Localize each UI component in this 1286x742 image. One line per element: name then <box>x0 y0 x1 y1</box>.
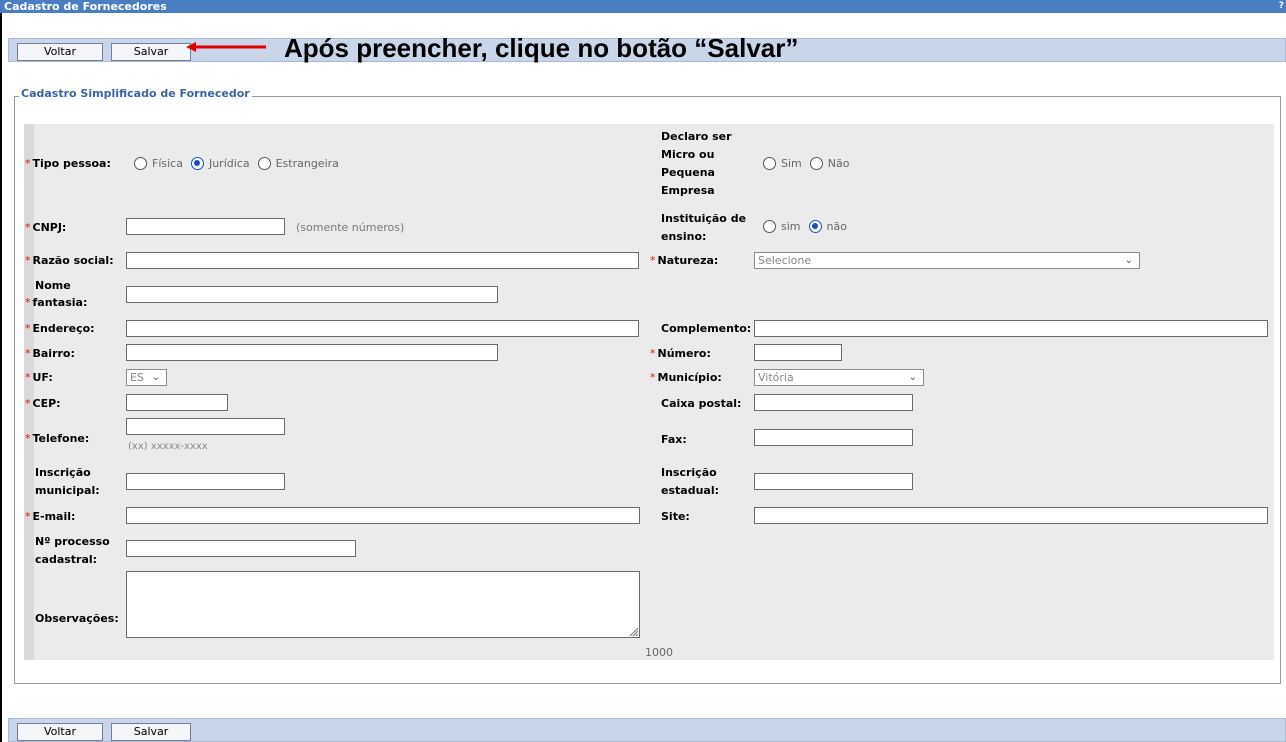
telefone-input[interactable] <box>126 418 285 435</box>
natureza-select[interactable]: Selecione ⌄ <box>754 252 1140 269</box>
radio-juridica[interactable] <box>190 157 204 170</box>
voltar-button-bottom[interactable]: Voltar <box>17 723 103 741</box>
bottom-toolbar: Voltar Salvar <box>8 718 1286 742</box>
nome-fantasia-label: Nome * fantasia: <box>25 279 88 309</box>
municipio-label: * Município: <box>650 371 722 384</box>
radio-fisica[interactable] <box>134 157 147 170</box>
radio-ensino-nao[interactable] <box>808 220 822 233</box>
municipio-select[interactable]: Vitória ⌄ <box>754 369 924 386</box>
chevron-down-icon: ⌄ <box>1124 255 1133 266</box>
inscricao-estadual-label: Inscrição estadual: <box>661 466 719 497</box>
complemento-label: Complemento: <box>661 322 752 335</box>
inscricao-municipal-label: Inscrição municipal: <box>35 466 100 497</box>
tipo-pessoa-label: * Tipo pessoa: <box>25 157 111 170</box>
salvar-button[interactable]: Salvar <box>111 43 191 61</box>
cnpj-input[interactable] <box>126 218 285 235</box>
site-input[interactable] <box>754 507 1268 524</box>
cnpj-label: * CNPJ: <box>25 221 67 234</box>
processo-cadastral-label: Nº processo cadastral: <box>35 535 110 566</box>
observacoes-counter: 1000 <box>645 646 673 659</box>
chevron-down-icon: ⌄ <box>151 372 160 383</box>
processo-cadastral-input[interactable] <box>126 540 356 557</box>
endereco-label: * Endereço: <box>25 322 95 335</box>
fax-label: Fax: <box>661 433 687 446</box>
razao-social-input[interactable] <box>126 252 639 269</box>
caixa-postal-input[interactable] <box>754 394 913 411</box>
instituicao-ensino-label: Instituição de ensino: <box>661 212 747 243</box>
window-title: Cadastro de Fornecedores <box>4 0 167 13</box>
voltar-button[interactable]: Voltar <box>17 43 103 61</box>
cep-label: * CEP: <box>25 397 61 410</box>
micro-empresa-radio-group: Sim Não <box>763 157 857 170</box>
radio-ensino-sim[interactable] <box>763 220 776 233</box>
instituicao-radio-group: sim não <box>763 220 855 233</box>
micro-empresa-label: Declaro ser Micro ou Pequena Empresa <box>661 130 732 197</box>
caixa-postal-label: Caixa postal: <box>661 397 742 410</box>
numero-input[interactable] <box>754 344 842 361</box>
uf-select[interactable]: ES ⌄ <box>126 369 167 386</box>
chevron-down-icon: ⌄ <box>908 372 917 383</box>
observacoes-label: Observações: <box>35 612 119 625</box>
razao-social-label: * Razão social: <box>25 254 114 267</box>
radio-estrangeira[interactable] <box>257 157 271 170</box>
cep-input[interactable] <box>126 394 228 411</box>
uf-label: * UF: <box>25 371 53 384</box>
nome-fantasia-input[interactable] <box>126 286 498 303</box>
radio-micro-nao[interactable] <box>809 157 823 170</box>
help-icon[interactable]: ? <box>1279 0 1284 13</box>
fax-input[interactable] <box>754 429 913 446</box>
resize-grip-icon[interactable] <box>628 626 638 636</box>
tipo-pessoa-radio-group: Física Jurídica Estrangeira <box>134 157 347 170</box>
inscricao-estadual-input[interactable] <box>754 473 913 490</box>
email-input[interactable] <box>126 507 640 524</box>
red-arrow-icon <box>186 42 266 52</box>
observacoes-textarea[interactable] <box>126 571 640 638</box>
annotation-text: Após preencher, clique no botão “Salvar” <box>284 33 799 63</box>
cnpj-hint: (somente números) <box>296 221 405 234</box>
numero-label: * Número: <box>650 347 711 360</box>
bairro-label: * Bairro: <box>25 347 75 360</box>
telefone-hint: (xx) xxxxx-xxxx <box>128 441 208 452</box>
complemento-input[interactable] <box>754 320 1268 337</box>
fieldset-legend: Cadastro Simplificado de Fornecedor <box>19 87 252 100</box>
radio-micro-sim[interactable] <box>763 157 776 170</box>
salvar-button-bottom[interactable]: Salvar <box>111 723 191 741</box>
telefone-label: * Telefone: <box>25 432 90 445</box>
email-label: * E-mail: <box>25 510 76 523</box>
window-titlebar: Cadastro de Fornecedores ? <box>0 0 1286 13</box>
endereco-input[interactable] <box>126 320 639 337</box>
natureza-label: * Natureza: <box>650 254 719 267</box>
inscricao-municipal-input[interactable] <box>126 473 285 490</box>
site-label: Site: <box>661 510 690 523</box>
bairro-input[interactable] <box>126 344 498 361</box>
